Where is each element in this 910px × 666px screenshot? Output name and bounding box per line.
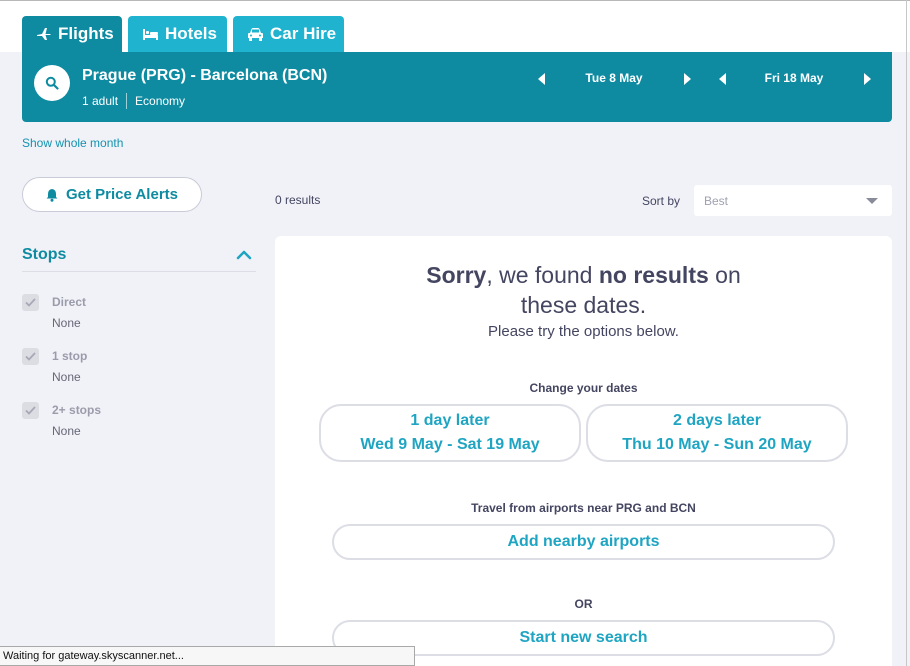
show-whole-month-link[interactable]: Show whole month (22, 136, 123, 150)
plane-icon (37, 28, 51, 40)
stops-filter-title[interactable]: Stops (22, 246, 66, 264)
no-results-text: no results (598, 262, 709, 288)
travellers-label: 1 adult (82, 94, 119, 108)
triangle-left-icon (538, 73, 545, 85)
bed-icon (143, 29, 158, 40)
return-date[interactable]: Fri 18 May (744, 71, 844, 85)
sort-by-label: Sort by (642, 194, 681, 208)
tab-hotels[interactable]: Hotels (128, 16, 227, 52)
search-button[interactable] (34, 65, 70, 101)
checkbox[interactable] (22, 348, 39, 365)
get-price-alerts-button[interactable]: Get Price Alerts (22, 177, 202, 212)
browser-status-bar: Waiting for gateway.skyscanner.net... (0, 646, 415, 666)
depart-date[interactable]: Tue 8 May (564, 71, 664, 85)
triangle-right-icon (684, 73, 691, 85)
stop-option-label: Direct (52, 295, 87, 309)
traveller-cabin-summary: 1 adult Economy (82, 93, 185, 109)
search-summary-bar[interactable]: Prague (PRG) - Barcelona (BCN) 1 adult E… (22, 52, 892, 122)
checkbox[interactable] (22, 402, 39, 419)
one-day-later-button[interactable]: 1 day later Wed 9 May - Sat 19 May (319, 404, 581, 462)
separator (126, 93, 128, 109)
stop-option-label: 1 stop (52, 349, 88, 363)
chevron-up-icon[interactable] (236, 248, 252, 266)
window-edge (906, 0, 907, 666)
tab-flights[interactable]: Flights (22, 16, 122, 52)
route-title: Prague (PRG) - Barcelona (BCN) (82, 67, 328, 84)
triangle-left-icon (719, 73, 726, 85)
depart-prev-day-button[interactable] (535, 72, 549, 86)
these-dates-text: these dates. (520, 292, 647, 318)
option-title: 1 day later (410, 412, 490, 429)
stop-option-price: None (52, 370, 81, 384)
add-nearby-airports-button[interactable]: Add nearby airports (332, 524, 835, 560)
tab-hotels-label: Hotels (165, 24, 217, 43)
checkmark-icon (25, 352, 36, 361)
option-dates: Wed 9 May - Sat 19 May (360, 436, 540, 453)
option-title: 2 days later (672, 412, 762, 429)
checkbox[interactable] (22, 294, 39, 311)
checkmark-icon (25, 406, 36, 415)
bell-icon (46, 188, 58, 202)
checkmark-icon (25, 298, 36, 307)
return-next-day-button[interactable] (860, 72, 874, 86)
cabin-label: Economy (135, 94, 186, 108)
stop-option-price: None (52, 316, 81, 330)
depart-next-day-button[interactable] (680, 72, 694, 86)
on-text: on (708, 262, 741, 288)
nearby-airports-label: Travel from airports near PRG and BCN (471, 501, 696, 515)
divider (22, 271, 256, 272)
or-divider: OR (574, 597, 593, 611)
we-found-text: , we found (486, 262, 599, 288)
results-count: 0 results (275, 193, 321, 207)
sorry-text: Sorry (426, 262, 487, 288)
tab-flights-label: Flights (58, 24, 114, 43)
no-results-heading: Sorry, we found no results on these date… (275, 260, 892, 320)
get-price-alerts-label: Get Price Alerts (66, 186, 178, 203)
caret-down-icon (866, 198, 878, 204)
stop-option-price: None (52, 424, 81, 438)
change-dates-label: Change your dates (529, 381, 638, 395)
triangle-right-icon (864, 73, 871, 85)
try-options-text: Please try the options below. (488, 323, 679, 340)
return-prev-day-button[interactable] (716, 72, 730, 86)
two-days-later-button[interactable]: 2 days later Thu 10 May - Sun 20 May (586, 404, 848, 462)
sort-select-value: Best (704, 193, 729, 208)
tab-car-hire-label: Car Hire (270, 24, 337, 43)
sort-select[interactable]: Best (694, 185, 892, 216)
search-icon (45, 76, 59, 90)
stop-option-label: 2+ stops (52, 403, 102, 417)
option-dates: Thu 10 May - Sun 20 May (622, 436, 812, 453)
tab-car-hire[interactable]: Car Hire (233, 16, 344, 52)
car-icon (248, 27, 263, 41)
